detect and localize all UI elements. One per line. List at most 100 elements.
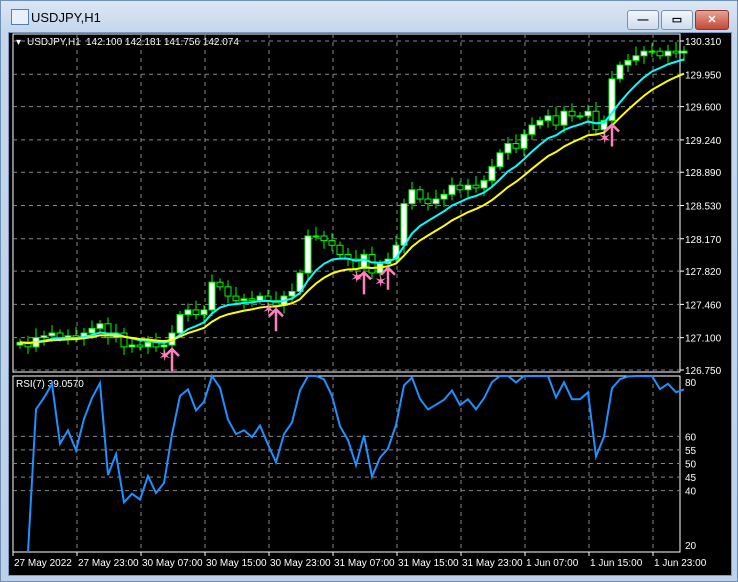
candle-body — [576, 115, 584, 118]
candle-body — [192, 309, 200, 316]
candle-body — [480, 180, 488, 189]
rsi-axis-label: 50 — [685, 460, 697, 471]
ma-slow-line — [19, 72, 685, 344]
candle-body — [552, 115, 560, 126]
candle-body — [440, 193, 448, 200]
candle-body — [568, 110, 576, 117]
candle-body — [448, 184, 456, 195]
candle-body — [144, 341, 152, 348]
time-axis-label: 30 May 15:00 — [206, 558, 267, 569]
candle-body — [560, 110, 568, 126]
time-axis-label: 27 May 23:00 — [78, 558, 139, 569]
price-axis-label: 130.310 — [685, 37, 722, 48]
candle-body — [584, 110, 592, 117]
price-axis-label: 128.170 — [685, 235, 722, 246]
candle-body — [160, 344, 168, 348]
price-axis-label: 127.820 — [685, 267, 722, 278]
ma-fast-line — [19, 58, 685, 345]
signal-star-icon: ✶ — [374, 274, 387, 291]
candle-body — [656, 50, 664, 57]
price-axis-label: 127.460 — [685, 300, 722, 311]
candle-body — [88, 327, 96, 334]
time-axis-label: 30 May 07:00 — [142, 558, 203, 569]
candle-body — [136, 344, 144, 348]
candle-body — [592, 110, 600, 131]
candle-body — [464, 184, 472, 191]
candle-body — [312, 235, 320, 238]
candle-body — [648, 50, 656, 53]
price-axis-label: 128.530 — [685, 202, 722, 213]
candle-body — [328, 240, 336, 246]
candle-body — [496, 152, 504, 168]
candle-body — [248, 298, 256, 302]
candle-body — [208, 281, 216, 311]
candle-body — [520, 133, 528, 149]
candle-body — [336, 244, 344, 255]
candle-body — [216, 281, 224, 288]
time-axis-label: 1 Jun 07:00 — [526, 558, 579, 569]
candle-body — [632, 55, 640, 61]
rsi-axis-label: 20 — [685, 541, 697, 552]
candle-body — [456, 184, 464, 191]
candle-body — [408, 189, 416, 205]
candle-body — [416, 189, 424, 200]
price-axis-label: 126.750 — [685, 366, 722, 377]
candle-body — [432, 198, 440, 205]
rsi-axis-label: 80 — [685, 378, 697, 389]
candle-body — [424, 198, 432, 205]
candle-body — [240, 298, 248, 302]
candle-body — [288, 290, 296, 297]
candle-body — [176, 314, 184, 334]
candle-body — [368, 253, 376, 274]
candle-body — [320, 235, 328, 242]
time-axis-label: 30 May 23:00 — [270, 558, 331, 569]
rsi-axis-label: 55 — [685, 446, 697, 457]
candle-body — [184, 309, 192, 316]
candle-body — [536, 119, 544, 126]
candle-body — [488, 166, 496, 182]
time-axis-label: 31 May 23:00 — [462, 558, 523, 569]
candle-body — [544, 115, 552, 121]
chart-symbol-label: USDJPY,H1 — [27, 37, 81, 48]
candle-body — [304, 235, 312, 274]
candle-body — [616, 64, 624, 80]
price-chart[interactable]: ▾ USDJPY,H1 142.100 142.181 141.756 142.… — [0, 0, 738, 582]
time-axis-label: 27 May 2022 — [14, 558, 72, 569]
candle-body — [224, 286, 232, 297]
candle-body — [504, 143, 512, 154]
candle-body — [472, 184, 480, 189]
candle-body — [400, 203, 408, 246]
price-axis-label: 129.950 — [685, 70, 722, 81]
chart-ohlc-label: 142.100 142.181 141.756 142.074 — [86, 37, 239, 48]
price-axis-label: 127.100 — [685, 334, 722, 345]
time-axis-label: 1 Jun 15:00 — [590, 558, 643, 569]
candle-body — [624, 59, 632, 66]
candle-body — [664, 50, 672, 57]
rsi-axis-label: 45 — [685, 473, 697, 484]
rsi-axis-label: 60 — [685, 432, 697, 443]
candle-body — [56, 332, 64, 339]
candle-body — [232, 295, 240, 302]
price-axis-label: 129.600 — [685, 103, 722, 114]
time-axis-label: 1 Jun 23:00 — [654, 558, 707, 569]
candle-body — [528, 124, 536, 135]
rsi-axis-label: 40 — [685, 487, 697, 498]
candle-body — [680, 50, 688, 54]
candle-body — [128, 344, 136, 348]
price-axis-label: 128.890 — [685, 168, 722, 179]
candle-body — [96, 323, 104, 329]
signal-arrow-up-icon — [268, 307, 284, 332]
candle-body — [640, 50, 648, 57]
signal-star-icon: ✶ — [350, 269, 363, 286]
candle-body — [512, 143, 520, 149]
candle-body — [40, 335, 48, 339]
price-axis-label: 129.240 — [685, 136, 722, 147]
candle-body — [48, 332, 56, 337]
time-axis-label: 31 May 07:00 — [334, 558, 395, 569]
candle-body — [672, 50, 680, 54]
signal-star-icon: ✶ — [598, 131, 611, 148]
time-axis-label: 31 May 15:00 — [398, 558, 459, 569]
collapse-triangle-icon[interactable]: ▾ — [16, 37, 21, 48]
price-panel-border — [12, 33, 681, 373]
candle-body — [200, 309, 208, 316]
